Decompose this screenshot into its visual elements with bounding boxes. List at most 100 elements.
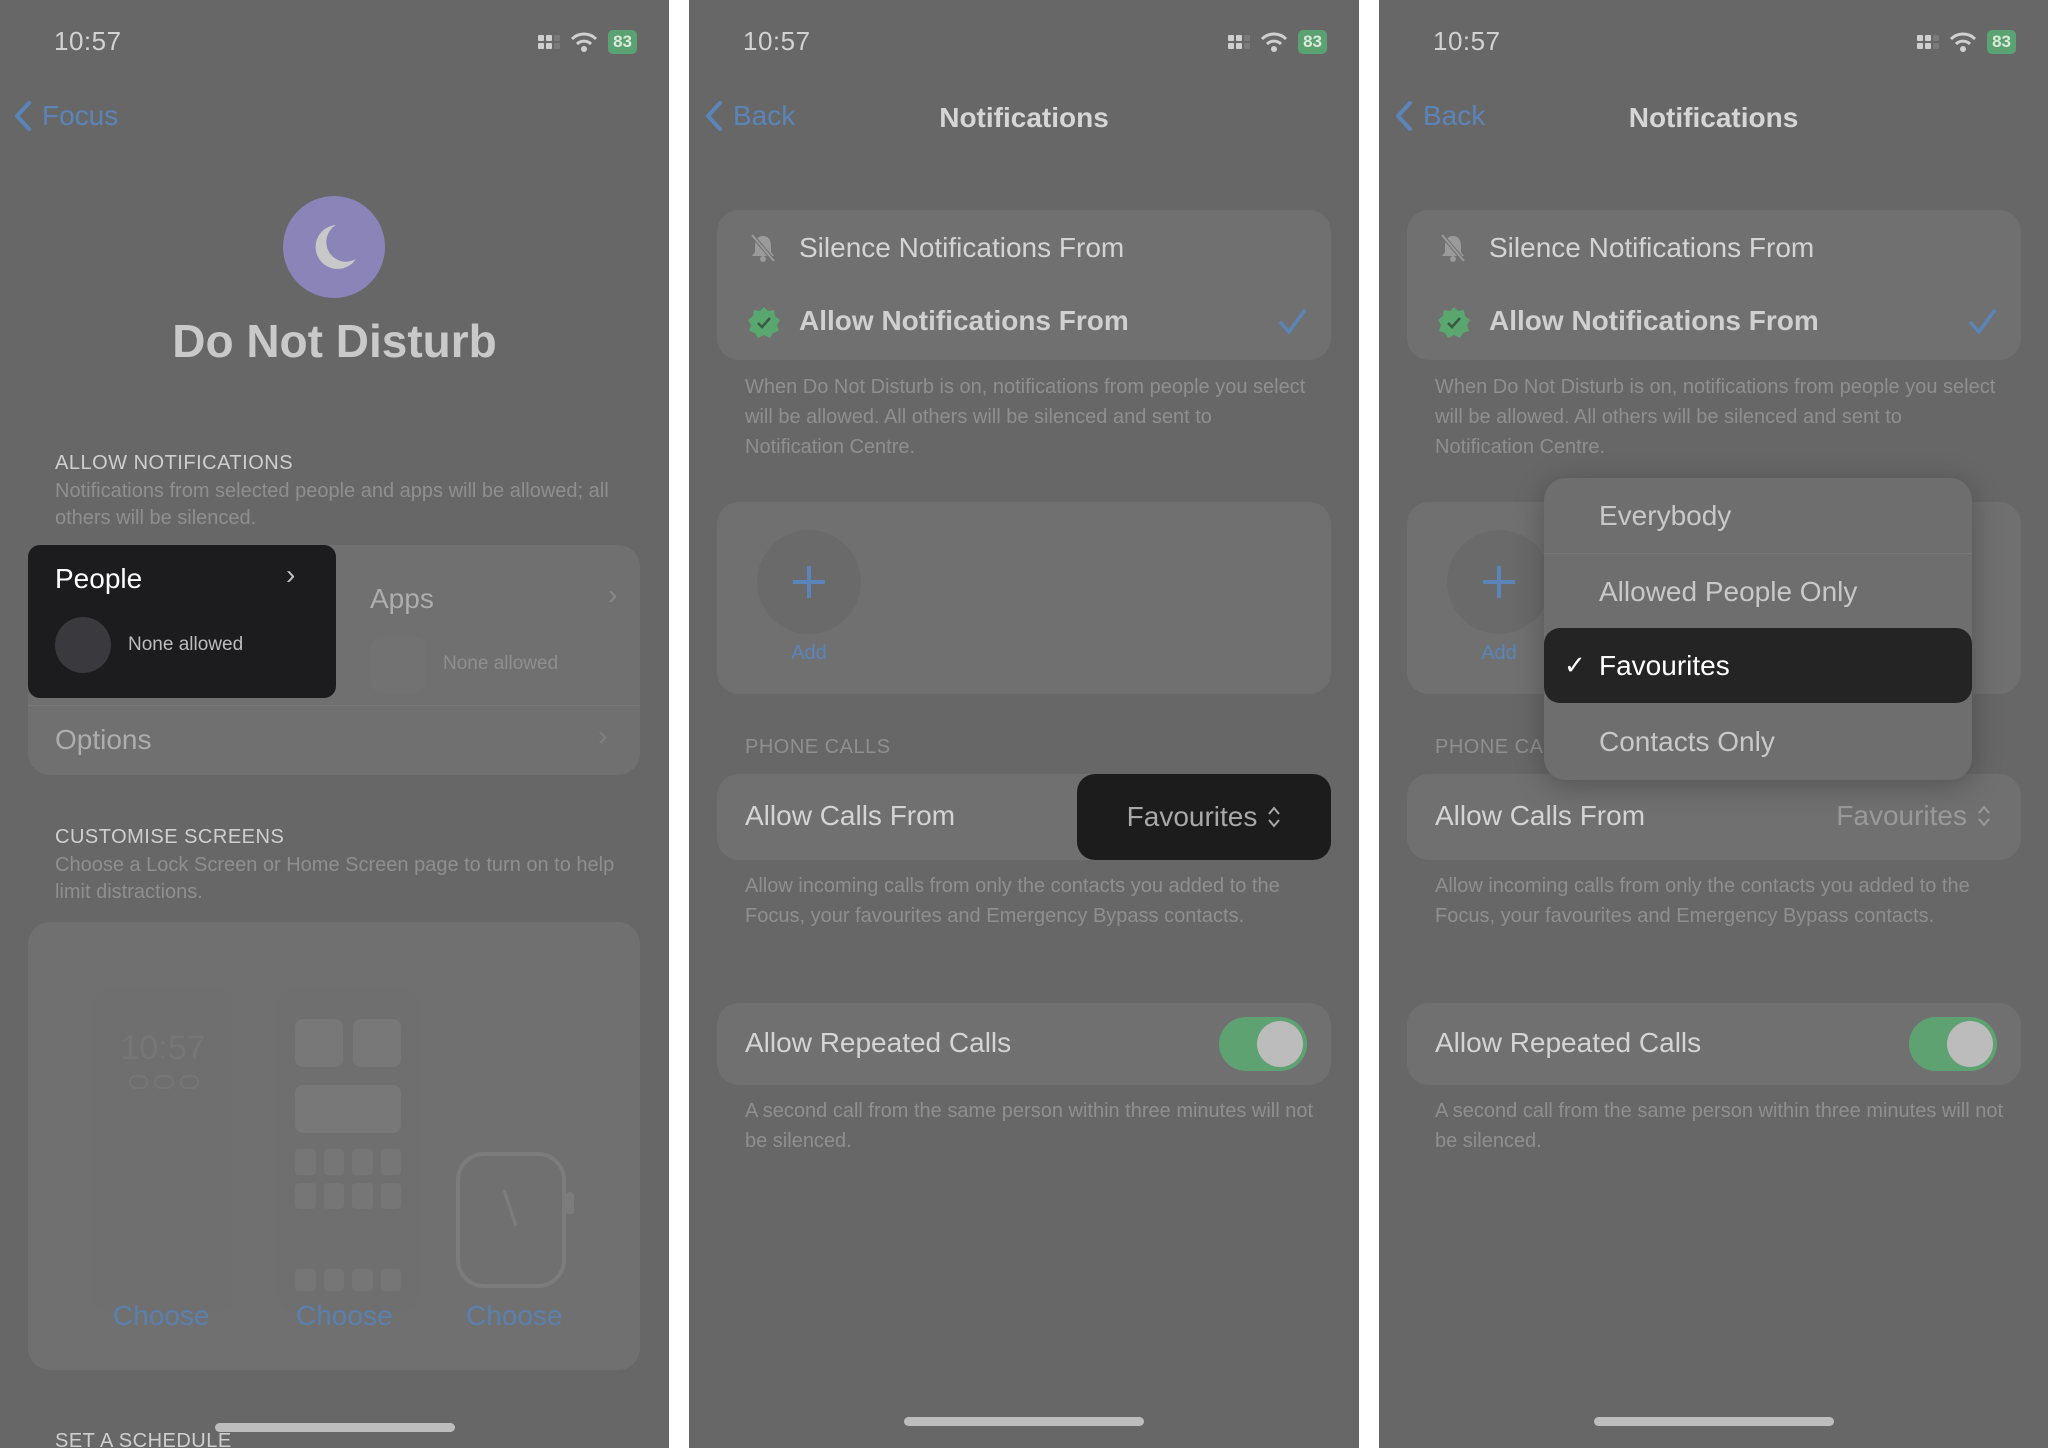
repeated-calls-row: Allow Repeated Calls bbox=[717, 1003, 1331, 1085]
apps-label: Apps bbox=[370, 583, 434, 614]
apps-value: None allowed bbox=[443, 653, 559, 674]
repeated-calls-toggle[interactable] bbox=[1219, 1017, 1307, 1071]
notifications-screen: 10:57 83 Back Notifications Silence Noti… bbox=[689, 0, 1359, 1448]
silence-notifications-option[interactable]: Silence Notifications From bbox=[1407, 210, 2021, 285]
avatar-placeholder bbox=[55, 617, 111, 673]
choose-watch-face-button[interactable]: Choose bbox=[466, 1300, 563, 1332]
menu-item-label: Favourites bbox=[1599, 649, 1730, 681]
apps-tile[interactable]: Apps › None allowed bbox=[348, 565, 638, 695]
people-value: None allowed bbox=[128, 634, 244, 655]
dock bbox=[295, 1269, 401, 1291]
app-placeholder-icon bbox=[370, 637, 426, 693]
cellular-signal-icon bbox=[1228, 35, 1251, 49]
home-indicator[interactable] bbox=[1593, 1417, 1834, 1426]
repeated-calls-description: A second call from the same person withi… bbox=[1435, 1100, 2004, 1152]
customise-screens-card: 10:57 Choose Choose Choose bbox=[28, 922, 640, 1370]
home-indicator[interactable] bbox=[904, 1417, 1144, 1426]
people-label: People bbox=[55, 563, 143, 594]
status-time: 10:57 bbox=[1433, 26, 1501, 56]
wifi-icon bbox=[1260, 31, 1288, 53]
status-time: 10:57 bbox=[743, 26, 811, 56]
lock-screen-preview[interactable]: 10:57 bbox=[93, 987, 233, 1312]
chevron-left-icon bbox=[15, 101, 31, 131]
plus-icon bbox=[1483, 566, 1515, 598]
menu-item-contacts-only[interactable]: Contacts Only bbox=[1544, 704, 1972, 779]
battery-indicator: 83 bbox=[1987, 30, 2016, 54]
silence-notifications-label: Silence Notifications From bbox=[1489, 232, 1815, 263]
cellular-signal-icon bbox=[538, 35, 561, 49]
allow-calls-label: Allow Calls From bbox=[745, 800, 956, 831]
watch-face-preview[interactable] bbox=[456, 1152, 574, 1288]
cellular-signal-icon bbox=[1917, 35, 1940, 49]
moon-icon bbox=[283, 196, 385, 298]
allow-notifications-option[interactable]: Allow Notifications From bbox=[1407, 285, 2021, 360]
lock-preview-time: 10:57 bbox=[120, 1029, 206, 1067]
chevron-right-icon: › bbox=[598, 720, 608, 751]
wifi-icon bbox=[570, 31, 598, 53]
home-screen-preview[interactable] bbox=[278, 987, 418, 1312]
status-time: 10:57 bbox=[54, 26, 122, 56]
menu-item-favourites[interactable]: ✓ Favourites bbox=[1544, 628, 1972, 703]
options-row[interactable]: Options › bbox=[28, 706, 640, 775]
watch-hands-icon bbox=[502, 1189, 518, 1227]
repeated-calls-toggle[interactable] bbox=[1909, 1017, 1997, 1071]
notification-mode-card: Silence Notifications From Allow Notific… bbox=[1407, 210, 2021, 360]
silence-notifications-option[interactable]: Silence Notifications From bbox=[717, 210, 1331, 285]
widget-dots bbox=[129, 1075, 199, 1089]
chevron-up-down-icon bbox=[1268, 806, 1281, 828]
notification-mode-card: Silence Notifications From Allow Notific… bbox=[717, 210, 1331, 360]
toggle-knob bbox=[1257, 1021, 1303, 1067]
allow-notifications-option[interactable]: Allow Notifications From bbox=[717, 285, 1331, 360]
chevron-right-icon: › bbox=[286, 559, 296, 590]
add-person-button[interactable] bbox=[1447, 530, 1551, 634]
choose-home-screen-button[interactable]: Choose bbox=[296, 1300, 393, 1332]
battery-indicator: 83 bbox=[608, 30, 637, 54]
menu-item-label: Allowed People Only bbox=[1599, 575, 1858, 607]
people-tile[interactable]: People › None allowed bbox=[28, 545, 336, 698]
chevron-up-down-icon bbox=[1978, 805, 1990, 827]
verified-badge-icon bbox=[748, 307, 780, 338]
allow-calls-value: Favourites bbox=[1126, 801, 1258, 832]
repeated-calls-label: Allow Repeated Calls bbox=[1435, 1027, 1702, 1058]
silence-notifications-label: Silence Notifications From bbox=[799, 232, 1125, 263]
back-label: Focus bbox=[42, 100, 119, 131]
repeated-calls-row: Allow Repeated Calls bbox=[1407, 1003, 2021, 1085]
focus-dnd-screen: 10:57 83 Focus Do Not Disturb ALLOW NOTI… bbox=[0, 0, 669, 1448]
watch-crown bbox=[566, 1192, 574, 1214]
phone-calls-header: PHONE CA bbox=[1435, 736, 1544, 758]
widget-block bbox=[295, 1019, 343, 1067]
toggle-knob bbox=[1947, 1021, 1993, 1067]
chevron-right-icon: › bbox=[608, 579, 618, 610]
app-grid bbox=[295, 1149, 401, 1209]
page-title: Notifications bbox=[939, 102, 1109, 133]
allow-calls-description: Allow incoming calls from only the conta… bbox=[1435, 875, 1970, 927]
add-person-button[interactable] bbox=[757, 530, 861, 634]
add-label: Add bbox=[791, 642, 827, 664]
allow-notifications-description: Notifications from selected people and a… bbox=[55, 480, 609, 529]
menu-item-everybody[interactable]: Everybody bbox=[1544, 478, 1972, 553]
menu-item-allowed-people-only[interactable]: Allowed People Only bbox=[1544, 554, 1972, 629]
home-indicator[interactable] bbox=[214, 1423, 455, 1432]
menu-item-label: Everybody bbox=[1599, 499, 1732, 531]
repeated-calls-description: A second call from the same person withi… bbox=[745, 1100, 1314, 1152]
allow-calls-row: Allow Calls From Favourites bbox=[1407, 774, 2021, 860]
plus-icon bbox=[793, 566, 825, 598]
allowed-people-card: Add bbox=[717, 502, 1331, 694]
add-label: Add bbox=[1481, 642, 1517, 664]
checkmark-icon bbox=[1279, 309, 1306, 335]
allow-notifications-label: Allow Notifications From bbox=[1489, 305, 1819, 336]
repeated-calls-label: Allow Repeated Calls bbox=[745, 1027, 1012, 1058]
choose-lock-screen-button[interactable]: Choose bbox=[113, 1300, 210, 1332]
status-icons: 83 bbox=[1917, 30, 2016, 54]
checkmark-icon: ✓ bbox=[1564, 650, 1586, 680]
customise-screens-description: Choose a Lock Screen or Home Screen page… bbox=[55, 854, 615, 903]
widget-block bbox=[353, 1019, 401, 1067]
focus-title: Do Not Disturb bbox=[172, 315, 497, 367]
mode-description: When Do Not Disturb is on, notifications… bbox=[745, 376, 1306, 458]
allow-calls-popup-button[interactable]: Favourites bbox=[1077, 774, 1331, 860]
status-icons: 83 bbox=[1228, 30, 1327, 54]
back-button[interactable]: Focus bbox=[14, 100, 118, 132]
bell-slash-icon bbox=[1440, 233, 1466, 263]
allow-calls-popup-button[interactable]: Favourites bbox=[1836, 800, 1991, 832]
page-title: Notifications bbox=[1628, 102, 1799, 133]
